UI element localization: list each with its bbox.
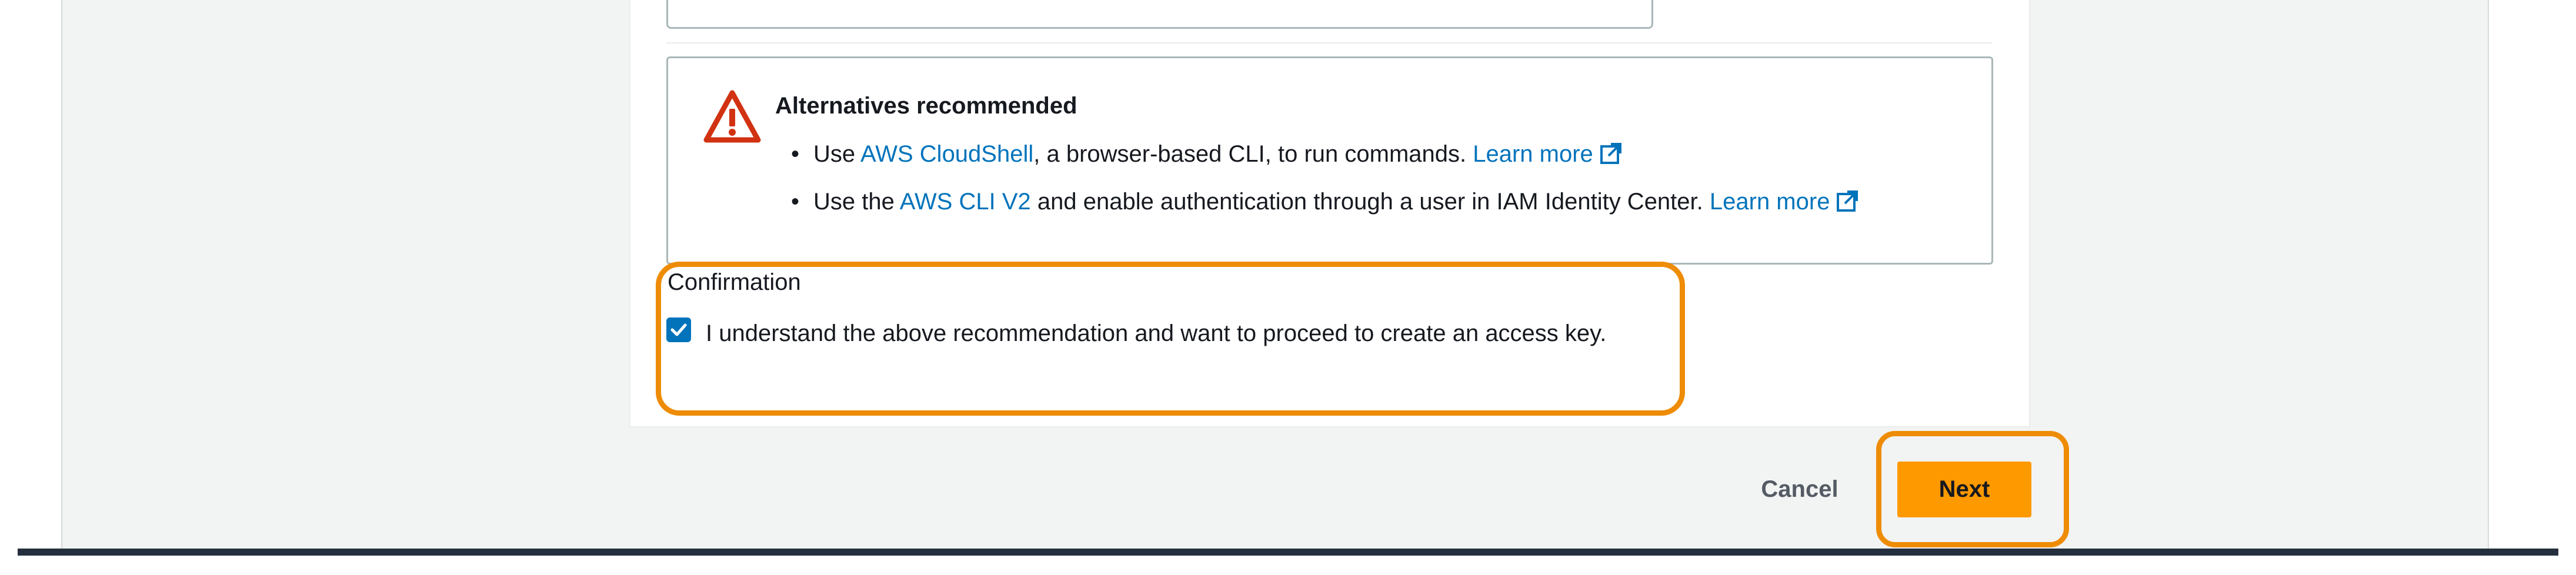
content-border-left [61, 0, 62, 550]
confirmation-label: Confirmation [668, 269, 801, 295]
aws-cloudshell-link[interactable]: AWS CloudShell [860, 141, 1033, 167]
alert-item-prefix: Use [813, 141, 861, 167]
confirmation-checkbox[interactable] [666, 317, 691, 342]
section-divider [666, 42, 1992, 44]
alert-item-cloudshell: • Use AWS CloudShell, a browser-based CLI… [791, 141, 1623, 168]
checkmark-icon [670, 323, 687, 336]
bullet-icon: • [791, 189, 800, 215]
warning-triangle-icon [703, 88, 762, 147]
alert-title: Alternatives recommended [775, 93, 1077, 119]
next-button[interactable]: Next [1897, 462, 2031, 517]
aws-cli-v2-link[interactable]: AWS CLI V2 [900, 189, 1031, 215]
alert-item-suffix: , a browser-based CLI, to run commands. [1033, 141, 1473, 167]
external-link-icon[interactable] [1836, 189, 1859, 213]
learn-more-link[interactable]: Learn more [1710, 189, 1830, 215]
previous-field-box [666, 0, 1653, 29]
external-link-icon[interactable] [1599, 142, 1623, 165]
bullet-icon: • [791, 141, 800, 167]
alert-item-prefix: Use the [813, 189, 900, 215]
learn-more-link[interactable]: Learn more [1473, 141, 1593, 167]
alert-item-cli-v2: • Use the AWS CLI V2 and enable authentic… [791, 189, 1859, 215]
page: Alternatives recommended • Use AWS CloudS… [0, 0, 2576, 575]
confirmation-checkbox-label[interactable]: I understand the above recommendation an… [706, 315, 1659, 352]
bottom-bar [18, 549, 2558, 556]
alert-item-suffix: and enable authentication through a user… [1030, 189, 1710, 215]
cancel-button[interactable]: Cancel [1753, 470, 1847, 508]
content-border-right [2488, 0, 2489, 550]
